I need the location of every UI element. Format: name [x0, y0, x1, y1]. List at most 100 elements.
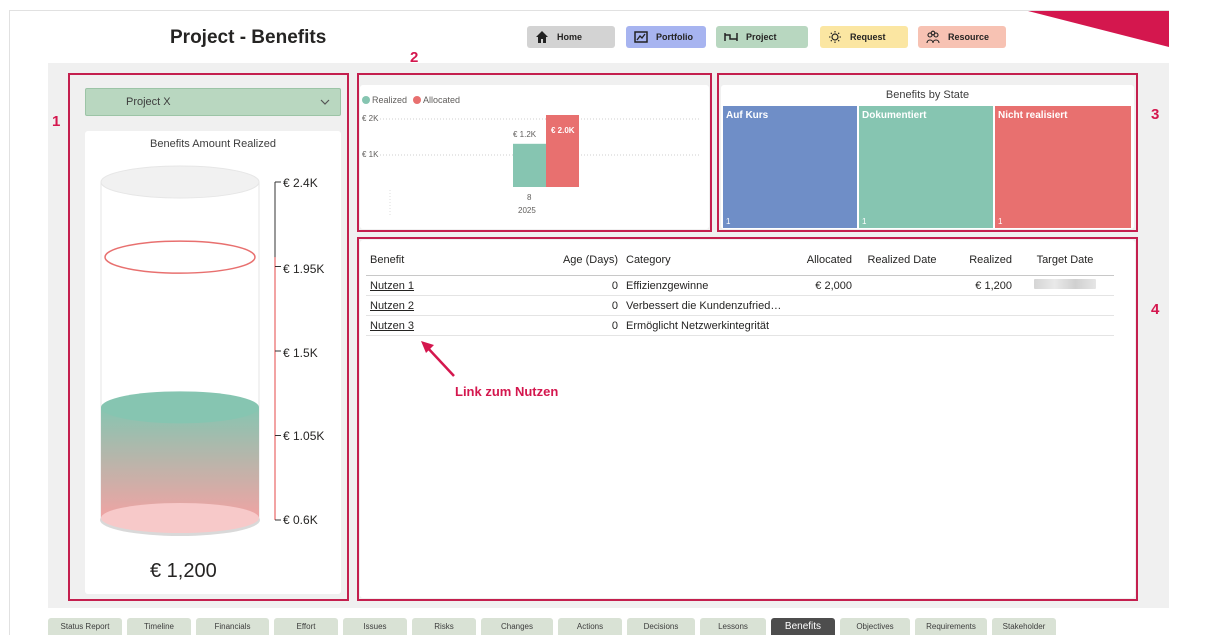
target-date-cell [1016, 295, 1114, 316]
tab-lessons[interactable]: Lessons [700, 618, 766, 635]
realized-date-cell [856, 295, 948, 316]
bar-data-label-realized: € 1.2K [513, 130, 537, 139]
column-header[interactable]: Realized Date [856, 250, 948, 276]
tab-objectives[interactable]: Objectives [840, 618, 910, 635]
gauge-tick-label: € 1.5K [283, 346, 318, 360]
realized-cell: € 1,200 [948, 275, 1016, 296]
treemap-cell-label: Nicht realisiert [998, 110, 1068, 121]
people-icon [926, 30, 940, 44]
treemap-cell-auf-kurs[interactable]: Auf Kurs 1 [723, 106, 857, 228]
corner-decoration [1028, 11, 1169, 47]
page-title: Project - Benefits [170, 27, 327, 48]
cylinder-gauge [100, 165, 281, 536]
gauge-tick-label: € 2.4K [283, 176, 318, 190]
chart-legend: Realized Allocated [362, 95, 460, 105]
treemap-cell-label: Auf Kurs [726, 110, 769, 121]
benefit-link[interactable]: Nutzen 1 [370, 280, 414, 292]
gauge-tick-label: € 0.6K [283, 513, 318, 527]
legend-item-allocated[interactable]: Allocated [413, 95, 460, 105]
tab-status-report[interactable]: Status Report [48, 618, 122, 635]
allocated-cell: € 2,000 [792, 275, 856, 296]
allocated-cell [792, 315, 856, 336]
treemap-cell-dokumentiert[interactable]: Dokumentiert 1 [859, 106, 993, 228]
tab-financials[interactable]: Financials [196, 618, 269, 635]
realized-date-cell [856, 315, 948, 336]
tab-requirements[interactable]: Requirements [915, 618, 987, 635]
treemap-cell-nicht-realisiert[interactable]: Nicht realisiert 1 [995, 106, 1131, 228]
gauge-tick-label: € 1.95K [283, 262, 325, 276]
column-header[interactable]: Allocated [792, 250, 856, 276]
table-row: Nutzen 3 0 Ermöglicht Netzwerkintegrität [366, 315, 1114, 336]
tab-changes[interactable]: Changes [481, 618, 553, 635]
project-icon [724, 33, 738, 41]
tab-effort[interactable]: Effort [274, 618, 338, 635]
redacted-date [1034, 279, 1096, 289]
legend-label: Realized [372, 95, 408, 105]
column-chart-plot [380, 115, 700, 215]
column-header[interactable]: Realized [948, 250, 1016, 276]
tab-issues[interactable]: Issues [343, 618, 407, 635]
legend-label: Allocated [423, 95, 461, 105]
table-row: Nutzen 1 0 Effizienzgewinne € 2,000 € 1,… [366, 275, 1114, 296]
benefit-link[interactable]: Nutzen 2 [370, 300, 414, 312]
bar-data-label-allocated: € 2.0K [551, 126, 575, 135]
nav-request-button[interactable]: Request [820, 26, 908, 48]
nav-portfolio-label: Portfolio [656, 32, 693, 42]
nav-home-button[interactable]: Home [527, 26, 615, 48]
treemap-cell-count: 1 [862, 217, 867, 226]
tab-risks[interactable]: Risks [412, 618, 476, 635]
tab-stakeholder[interactable]: Stakeholder [992, 618, 1056, 635]
age-cell: 0 [556, 275, 622, 296]
column-header[interactable]: Category [622, 250, 792, 276]
benefit-link[interactable]: Nutzen 3 [370, 320, 414, 332]
table-header-row: Benefit Age (Days) Category Allocated Re… [366, 250, 1114, 276]
realized-amount-value: € 1,200 [150, 560, 217, 582]
nav-project-label: Project [746, 32, 777, 42]
category-cell: Verbessert die Kundenzufried… [622, 295, 792, 316]
bar-realized[interactable] [513, 143, 546, 187]
gauge-tick-label: € 1.05K [283, 429, 325, 443]
table-row: Nutzen 2 0 Verbessert die Kundenzufried… [366, 295, 1114, 316]
home-icon [536, 31, 548, 43]
section-3-number: 3 [1151, 106, 1160, 123]
target-date-cell [1016, 315, 1114, 336]
section-1-number: 1 [52, 113, 61, 130]
legend-dot [413, 96, 422, 104]
project-filter-value: Project X [126, 96, 171, 108]
x-sub-label: 2025 [518, 206, 536, 215]
allocated-cell [792, 295, 856, 316]
realized-date-cell [856, 275, 948, 296]
section-4-number: 4 [1151, 301, 1160, 318]
annotation-arrow-icon [421, 341, 455, 377]
target-date-cell [1016, 275, 1114, 296]
treemap-cell-count: 1 [726, 217, 731, 226]
portfolio-icon [634, 31, 648, 43]
treemap-cell-count: 1 [998, 217, 1003, 226]
cylinder-top [100, 165, 260, 199]
treemap-cell-label: Dokumentiert [862, 110, 927, 121]
annotation-text: Link zum Nutzen [455, 384, 559, 399]
tab-timeline[interactable]: Timeline [127, 618, 191, 635]
category-cell: Effizienzgewinne [622, 275, 792, 296]
nav-portfolio-button[interactable]: Portfolio [626, 26, 706, 48]
column-header[interactable]: Age (Days) [556, 250, 622, 276]
nav-project-button[interactable]: Project [716, 26, 808, 48]
nav-resource-button[interactable]: Resource [918, 26, 1006, 48]
tab-decisions[interactable]: Decisions [627, 618, 695, 635]
cylinder-base [101, 503, 259, 533]
y-tick-label: € 1K [362, 150, 379, 159]
column-header[interactable]: Target Date [1016, 250, 1114, 276]
section-2-number: 2 [410, 49, 419, 66]
benefits-table: Benefit Age (Days) Category Allocated Re… [366, 250, 1114, 336]
chevron-down-icon [320, 99, 330, 105]
realized-cell [948, 295, 1016, 316]
project-filter-dropdown[interactable]: Project X [85, 88, 341, 116]
nav-home-label: Home [557, 32, 583, 42]
tab-benefits[interactable]: Benefits [771, 618, 835, 635]
legend-item-realized[interactable]: Realized [362, 95, 407, 105]
realized-cell [948, 315, 1016, 336]
category-cell: Ermöglicht Netzwerkintegrität [622, 315, 792, 336]
legend-dot [362, 96, 370, 104]
tab-actions[interactable]: Actions [558, 618, 622, 635]
column-header[interactable]: Benefit [366, 250, 556, 276]
